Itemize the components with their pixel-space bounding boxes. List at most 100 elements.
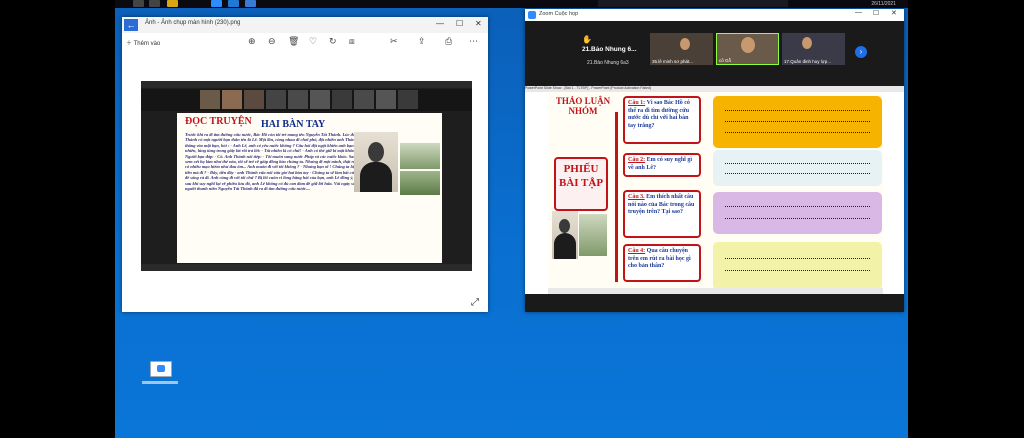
question-number: Câu 2: xyxy=(628,157,646,163)
story-text: Trước khi ra đi tìm đường cứu nước, Bác … xyxy=(185,132,369,192)
screenshot-video-tile xyxy=(354,90,374,109)
zoom-controls-bar xyxy=(525,294,904,312)
more-icon[interactable]: ⋯ xyxy=(469,36,478,47)
system-tray xyxy=(598,0,788,7)
screenshot-video-tile xyxy=(376,90,396,109)
zoom-out-icon[interactable]: ⊖ xyxy=(268,36,276,47)
maximize-icon[interactable]: ☐ xyxy=(456,19,463,28)
close-icon[interactable]: ✕ xyxy=(891,9,897,17)
answer-box-3 xyxy=(713,192,882,234)
fullscreen-icon[interactable]: ⤢ xyxy=(471,297,479,308)
story-slide: ĐỌC TRUYỆN HAI BÀN TAY Trước khi ra đi t… xyxy=(177,113,442,263)
screenshot-zoom-bottombar xyxy=(141,264,472,271)
gallery-next-button[interactable]: › xyxy=(855,46,867,58)
screen-share-view: PowerPoint Slide Show - [Bài 1 - TLTĐP] … xyxy=(525,86,904,294)
question-number: Câu 1: xyxy=(628,100,646,106)
zoom-in-icon[interactable]: ⊕ xyxy=(248,36,256,47)
add-to-button[interactable]: ＋ Thêm vào xyxy=(126,38,160,47)
question-1: Câu 1: Vì sao Bác Hồ có thể ra đi tìm đư… xyxy=(623,96,701,144)
participant-name: cô Gỗ xyxy=(719,58,732,63)
screenshot-video-tile xyxy=(200,90,220,109)
task-view-icon[interactable] xyxy=(149,0,160,7)
answer-line xyxy=(725,110,870,111)
print-icon[interactable]: ⎙ xyxy=(445,36,452,47)
heart-icon[interactable]: ♡ xyxy=(309,36,317,47)
zoom-shortcut-icon[interactable] xyxy=(150,361,172,377)
discussion-heading: THẢO LUẬN NHÓM xyxy=(555,96,611,116)
taskbar: 26/11/2021 xyxy=(115,0,908,8)
bracket-line xyxy=(615,112,618,282)
question-4: Câu 4: Qua câu chuyện trên em rút ra bài… xyxy=(623,244,701,282)
answer-line xyxy=(725,173,870,174)
portrait-image xyxy=(354,132,398,192)
answer-line xyxy=(725,121,870,122)
rotate-icon[interactable]: ↻ xyxy=(329,36,337,47)
share-icon[interactable]: ⇪ xyxy=(418,36,426,47)
question-2: Câu 2: Em có suy nghĩ gì về anh Lê? xyxy=(623,153,701,177)
maximize-icon[interactable]: ☐ xyxy=(873,9,879,17)
minimize-icon[interactable]: — xyxy=(855,9,862,16)
participant-tile[interactable]: 17.Quân đinh huy lợp... xyxy=(782,33,845,65)
question-3: Câu 3. Em thích nhất câu nói nào của Bác… xyxy=(623,190,701,238)
close-icon[interactable]: ✕ xyxy=(475,19,482,28)
raise-hand-icon: ✋ xyxy=(582,35,592,44)
worksheet-heading: PHIẾU BÀI TẬP xyxy=(558,163,604,189)
participant-name: 35.lê minh sơ phát... xyxy=(652,59,693,64)
participant-face xyxy=(802,37,812,49)
portrait-head xyxy=(559,219,570,233)
portrait-image xyxy=(552,211,578,259)
answer-box-4 xyxy=(713,242,882,288)
answer-line xyxy=(725,163,870,164)
portrait-body xyxy=(554,233,576,259)
screenshot-video-tile xyxy=(266,90,286,109)
screenshot-video-tile xyxy=(222,90,242,109)
desktop-icon-label xyxy=(142,377,178,384)
answer-line xyxy=(725,270,870,271)
portrait-head xyxy=(368,142,384,162)
question-number: Câu 3. xyxy=(628,194,645,200)
portrait-body xyxy=(360,162,392,192)
answer-box-2 xyxy=(713,150,882,186)
active-speaker-name: 21.Bảo Nhung 6... xyxy=(582,46,637,53)
zoom-titlebar: Zoom Cuộc họp — ☐ ✕ xyxy=(525,9,904,21)
screenshot-zoom-topbar xyxy=(141,81,472,88)
photos-app-icon[interactable] xyxy=(245,0,256,7)
answer-line xyxy=(725,258,870,259)
search-icon[interactable] xyxy=(133,0,144,7)
scene-image xyxy=(579,214,607,256)
screenshot-video-tile xyxy=(244,90,264,109)
zoom-meeting-window: Zoom Cuộc họp — ☐ ✕ ✋ 21.Bảo Nhung 6... … xyxy=(525,9,904,312)
photo-toolbar: ＋ Thêm vào ⊕ ⊖ 🗑 ♡ ↻ ⧈ ✂ ⇪ ⎙ ⋯ xyxy=(122,34,488,52)
screenshot-video-tile xyxy=(310,90,330,109)
photo-viewer-window: ← Ảnh - Ảnh chụp màn hình (230).png — ☐ … xyxy=(122,17,488,312)
back-button[interactable]: ← xyxy=(124,19,138,31)
photo-image: ĐỌC TRUYỆN HAI BÀN TAY Trước khi ra đi t… xyxy=(141,81,472,271)
file-explorer-icon[interactable] xyxy=(167,0,178,7)
story-title-name: HAI BÀN TAY xyxy=(261,119,326,130)
question-number: Câu 4: xyxy=(628,248,646,254)
edit-icon[interactable]: ✂ xyxy=(390,36,398,47)
participant-tile[interactable]: 35.lê minh sơ phát... xyxy=(650,33,713,65)
screenshot-video-tile xyxy=(398,90,418,109)
crop-icon[interactable]: ⧈ xyxy=(349,36,355,47)
delete-icon[interactable]: 🗑 xyxy=(288,36,299,47)
zoom-logo-icon xyxy=(528,11,536,19)
participant-face xyxy=(741,37,755,53)
scene-image xyxy=(400,143,440,169)
participant-name: 17.Quân đinh huy lợp... xyxy=(784,59,831,64)
answer-line xyxy=(725,132,870,133)
zoom-app-icon[interactable] xyxy=(211,0,222,7)
answer-box-1 xyxy=(713,96,882,148)
edge-icon[interactable] xyxy=(228,0,239,7)
tray-clock: 26/11/2021 xyxy=(871,1,896,7)
video-gallery-strip: ✋ 21.Bảo Nhung 6... 21.Bảo Nhung 6a3 35.… xyxy=(525,21,904,71)
photo-window-title: Ảnh - Ảnh chụp màn hình (230).png xyxy=(145,20,241,26)
story-title-read: ĐỌC TRUYỆN xyxy=(185,116,252,127)
scene-image xyxy=(400,171,440,195)
answer-line xyxy=(725,206,870,207)
minimize-icon[interactable]: — xyxy=(436,19,444,28)
screenshot-video-tile xyxy=(288,90,308,109)
screenshot-video-tile xyxy=(332,90,352,109)
worksheet-box: PHIẾU BÀI TẬP xyxy=(554,157,608,211)
participant-tile[interactable]: cô Gỗ xyxy=(716,33,779,65)
